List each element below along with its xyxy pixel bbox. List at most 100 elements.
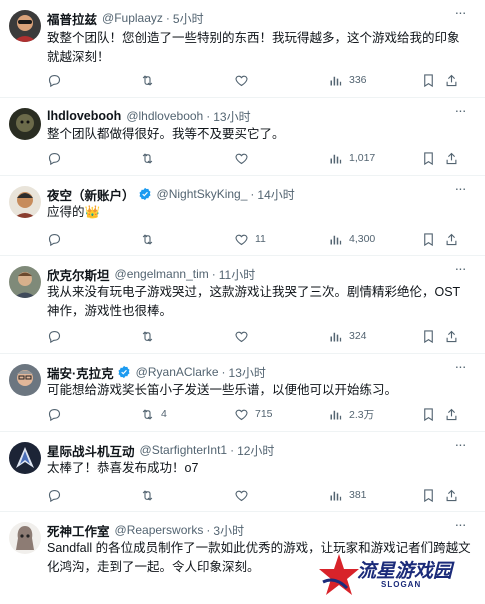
tweet[interactable]: 星际战斗机互动 @StarfighterInt1 · 12小时 ··· 太棒了！… [0, 432, 485, 512]
share-button[interactable] [444, 486, 459, 504]
views-count: 1,017 [349, 152, 376, 164]
like-icon [234, 73, 249, 88]
tweet[interactable]: 福普拉兹 @Fuplaayz · 5小时 ··· 致整个团队！您创造了一些特别的… [0, 0, 485, 98]
more-icon[interactable]: ··· [451, 181, 469, 200]
bookmark-button[interactable] [421, 327, 436, 345]
more-icon[interactable]: ··· [451, 359, 469, 378]
verified-badge-icon [117, 365, 131, 379]
bookmark-button[interactable] [421, 149, 436, 167]
like-button[interactable]: 11 [234, 230, 266, 248]
tweet[interactable]: 夜空（新账户） @NightSkyKing_ · 14小时 ··· 应得的👑 1… [0, 176, 485, 256]
avatar[interactable] [9, 186, 41, 218]
more-icon[interactable]: ··· [451, 261, 469, 280]
share-button[interactable] [444, 149, 459, 167]
timestamp[interactable]: 14小时 [257, 186, 294, 203]
reply-button[interactable] [47, 327, 68, 345]
share-button[interactable] [444, 230, 459, 248]
avatar[interactable] [9, 442, 41, 474]
retweet-button[interactable]: 4 [140, 405, 167, 423]
retweet-button[interactable] [140, 486, 161, 504]
timestamp[interactable]: 3小时 [213, 522, 244, 539]
tweet[interactable]: 瑞安·克拉克 @RyanAClarke · 13小时 ··· 可能想给游戏奖长笛… [0, 354, 485, 432]
tweet-text: 整个团队都做得很好。我等不及要买它了。 [47, 127, 285, 141]
bookmark-icon [421, 407, 436, 422]
like-button[interactable] [234, 486, 255, 504]
timestamp[interactable]: 12小时 [237, 442, 274, 459]
reply-icon [47, 73, 62, 88]
retweet-icon [140, 232, 155, 247]
bookmark-button[interactable] [421, 230, 436, 248]
reply-icon [47, 488, 62, 503]
views-button[interactable]: 1,017 [328, 149, 375, 167]
timestamp[interactable]: 11小时 [219, 266, 255, 283]
reply-icon [47, 329, 62, 344]
more-icon[interactable]: ··· [451, 103, 469, 122]
user-handle[interactable]: @RyanAClarke [136, 365, 219, 379]
user-handle[interactable]: @lhdlovebooh [126, 109, 203, 123]
retweet-count: 4 [161, 408, 167, 420]
reply-button[interactable] [47, 230, 68, 248]
like-button[interactable]: 715 [234, 405, 273, 423]
user-handle[interactable]: @engelmann_tim [115, 267, 209, 281]
tweet[interactable]: 欣克尔斯坦 @engelmann_tim · 11小时 ··· 我从来没有玩电子… [0, 256, 485, 354]
user-handle[interactable]: @NightSkyKing_ [157, 187, 248, 201]
avatar[interactable] [9, 522, 41, 554]
tweet-actions: 336 [47, 71, 471, 89]
more-icon[interactable]: ··· [451, 517, 469, 536]
bookmark-button[interactable] [421, 486, 436, 504]
display-name[interactable]: 星际战斗机互动 [47, 441, 135, 460]
tweet-text: 太棒了！恭喜发布成功！o7 [47, 461, 199, 475]
reply-button[interactable] [47, 405, 68, 423]
retweet-icon [140, 151, 155, 166]
like-button[interactable] [234, 149, 255, 167]
share-button[interactable] [444, 71, 459, 89]
separator: · [206, 109, 211, 123]
tweet[interactable]: lhdlovebooh @lhdlovebooh · 13小时 ··· 整个团队… [0, 98, 485, 176]
user-handle[interactable]: @StarfighterInt1 [140, 443, 228, 457]
tweet-feed: 福普拉兹 @Fuplaayz · 5小时 ··· 致整个团队！您创造了一些特别的… [0, 0, 485, 604]
retweet-button[interactable] [140, 71, 161, 89]
views-button[interactable]: 324 [328, 327, 367, 345]
display-name[interactable]: 死神工作室 [47, 521, 110, 540]
views-count: 4,300 [349, 233, 376, 245]
like-button[interactable] [234, 71, 255, 89]
views-count: 324 [349, 330, 367, 342]
tweet-header: 星际战斗机互动 @StarfighterInt1 · 12小时 [47, 441, 451, 459]
more-icon[interactable]: ··· [451, 5, 469, 24]
avatar[interactable] [9, 108, 41, 140]
timestamp[interactable]: 13小时 [229, 364, 266, 381]
share-button[interactable] [444, 327, 459, 345]
retweet-button[interactable] [140, 230, 161, 248]
bookmark-button[interactable] [421, 71, 436, 89]
user-handle[interactable]: @Fuplaayz [102, 11, 163, 25]
display-name[interactable]: 欣克尔斯坦 [47, 265, 110, 284]
avatar[interactable] [9, 364, 41, 396]
timestamp[interactable]: 5小时 [173, 10, 204, 27]
share-button[interactable] [444, 405, 459, 423]
reply-button[interactable] [47, 149, 68, 167]
views-icon [328, 73, 343, 88]
avatar[interactable] [9, 266, 41, 298]
avatar[interactable] [9, 10, 41, 42]
bookmark-button[interactable] [421, 405, 436, 423]
timestamp[interactable]: 13小时 [213, 108, 250, 125]
user-handle[interactable]: @Reapersworks [115, 523, 204, 537]
display-name[interactable]: 瑞安·克拉克 [47, 363, 114, 382]
views-button[interactable]: 336 [328, 71, 367, 89]
verified-badge-icon [138, 187, 152, 201]
retweet-icon [140, 329, 155, 344]
display-name[interactable]: lhdlovebooh [47, 109, 121, 123]
display-name[interactable]: 夜空（新账户） [47, 185, 135, 204]
like-button[interactable] [234, 327, 255, 345]
reply-button[interactable] [47, 71, 68, 89]
reply-button[interactable] [47, 486, 68, 504]
more-icon[interactable]: ··· [451, 437, 469, 456]
views-button[interactable]: 4,300 [328, 230, 375, 248]
tweet-actions: 381 [47, 486, 471, 504]
display-name[interactable]: 福普拉兹 [47, 9, 97, 28]
retweet-button[interactable] [140, 149, 161, 167]
retweet-icon [140, 407, 155, 422]
retweet-button[interactable] [140, 327, 161, 345]
views-button[interactable]: 2.3万 [328, 405, 374, 423]
views-button[interactable]: 381 [328, 486, 367, 504]
